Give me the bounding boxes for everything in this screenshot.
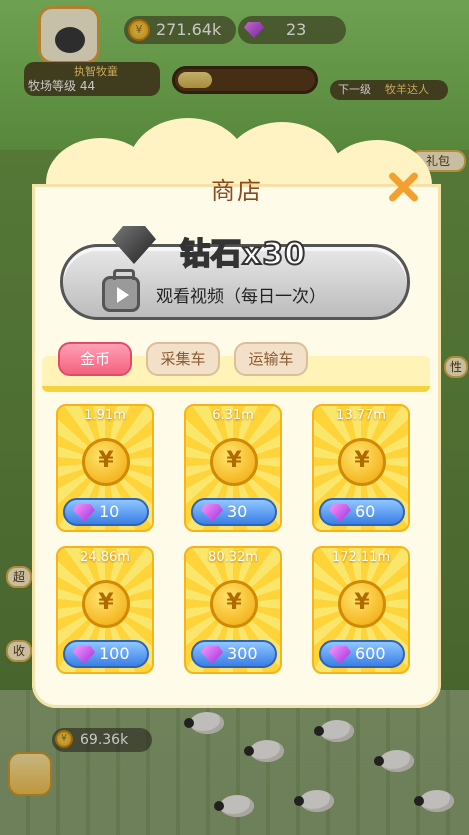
price-button[interactable]: 600 — [319, 640, 405, 668]
gold-coin-icon: ¥ — [82, 580, 130, 628]
gold-coin-icon: ¥ — [338, 438, 386, 486]
tab-harvester[interactable]: 采集车 — [146, 342, 220, 376]
item-price: 300 — [227, 644, 258, 663]
tv-play-icon — [102, 269, 140, 312]
gem-icon — [329, 646, 351, 664]
item-price: 30 — [227, 502, 248, 521]
gem-icon — [201, 646, 223, 664]
promo-title: 钻石x30 — [179, 236, 307, 273]
item-amount: 80.32m — [208, 550, 258, 565]
tab-transport[interactable]: 运输车 — [234, 342, 308, 376]
shop-item-card[interactable]: 1.91m ¥ 10 — [56, 404, 154, 532]
shop-dialog: 商店 钻石x30 观看视频（每日一次） 金币 采集车 运输车 1.91m ¥ 1… — [32, 118, 441, 708]
tab-coins[interactable]: 金币 — [58, 342, 132, 376]
price-button[interactable]: 30 — [191, 498, 277, 526]
item-price: 600 — [355, 644, 386, 663]
gem-icon — [73, 646, 95, 664]
item-price: 10 — [99, 502, 120, 521]
gold-coin-icon: ¥ — [210, 438, 258, 486]
item-price: 100 — [99, 644, 130, 663]
gem-icon — [73, 504, 95, 522]
gem-icon — [329, 504, 351, 522]
gold-coin-icon: ¥ — [338, 580, 386, 628]
item-amount: 6.31m — [212, 408, 254, 423]
item-amount: 24.86m — [80, 550, 130, 565]
shop-item-card[interactable]: 13.77m ¥ 60 — [312, 404, 410, 532]
item-price: 60 — [355, 502, 376, 521]
item-amount: 13.77m — [336, 408, 386, 423]
item-amount: 172.11m — [331, 550, 391, 565]
price-button[interactable]: 300 — [191, 640, 277, 668]
gem-icon — [201, 504, 223, 522]
price-button[interactable]: 100 — [63, 640, 149, 668]
shop-item-card[interactable]: 80.32m ¥ 300 — [184, 546, 282, 674]
shop-title: 商店 — [211, 177, 263, 205]
gold-coin-icon: ¥ — [82, 438, 130, 486]
item-amount: 1.91m — [84, 408, 126, 423]
price-button[interactable]: 10 — [63, 498, 149, 526]
shop-item-card[interactable]: 6.31m ¥ 30 — [184, 404, 282, 532]
shop-item-card[interactable]: 24.86m ¥ 100 — [56, 546, 154, 674]
promo-subtitle: 观看视频（每日一次） — [156, 287, 326, 307]
close-button[interactable] — [386, 170, 420, 204]
price-button[interactable]: 60 — [319, 498, 405, 526]
shop-item-card[interactable]: 172.11m ¥ 600 — [312, 546, 410, 674]
gold-coin-icon: ¥ — [210, 580, 258, 628]
